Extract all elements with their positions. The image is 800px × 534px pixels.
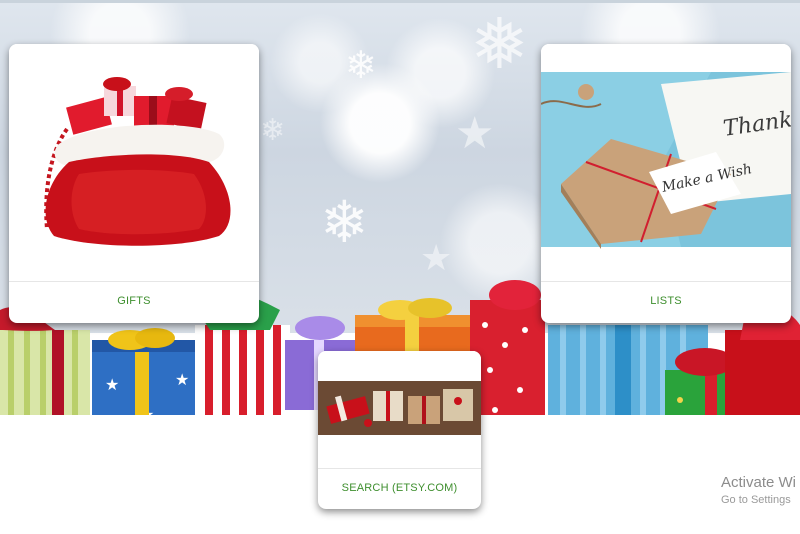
craft-gifts-icon (318, 381, 481, 435)
search-etsy-card[interactable]: SEARCH (ETSY.COM) (318, 351, 481, 509)
star-icon: ★ (455, 108, 495, 159)
activate-windows-subtitle: Go to Settings (721, 494, 791, 506)
gifts-card[interactable]: GIFTS (9, 44, 259, 323)
lists-card[interactable]: Thank Make a Wish LISTS (541, 44, 791, 323)
svg-text:★: ★ (105, 375, 119, 394)
lists-card-label: LISTS (541, 281, 791, 323)
santa-sack-icon (44, 77, 231, 246)
gifts-card-label: GIFTS (9, 281, 259, 323)
snowflake-icon: ❄ (345, 43, 377, 87)
activate-windows-title: Activate Wi (721, 474, 797, 491)
search-card-image (318, 351, 481, 469)
snowflake-icon: ❅ (470, 3, 529, 85)
snowflake-icon: ❄ (260, 113, 286, 148)
wrapped-gift-icon: Thank Make a Wish (541, 72, 791, 249)
snowflake-icon: ❄ (320, 188, 369, 256)
gifts-card-image (9, 44, 259, 281)
lists-card-image: Thank Make a Wish (541, 44, 791, 281)
svg-text:★: ★ (175, 370, 189, 389)
search-card-label: SEARCH (ETSY.COM) (318, 468, 481, 509)
